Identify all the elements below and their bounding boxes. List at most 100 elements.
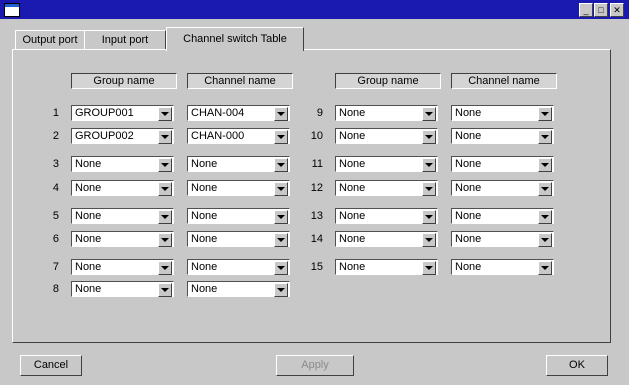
row-number: 5 (52, 210, 59, 222)
group-name-select[interactable]: None (335, 208, 438, 224)
chevron-down-icon[interactable] (274, 182, 288, 196)
chevron-down-icon[interactable] (538, 158, 552, 172)
chevron-down-icon[interactable] (538, 107, 552, 121)
group-name-select[interactable]: None (335, 180, 438, 196)
group-name-select[interactable]: None (335, 128, 438, 144)
channel-name-select[interactable]: None (187, 180, 290, 196)
chevron-down-icon[interactable] (538, 182, 552, 196)
channel-name-select[interactable]: None (187, 259, 290, 275)
channel-name-header-left: Channel name (187, 73, 293, 89)
chevron-down-icon[interactable] (538, 210, 552, 224)
chevron-down-icon[interactable] (422, 182, 436, 196)
chevron-down-icon[interactable] (158, 233, 172, 247)
group-name-select[interactable]: None (335, 259, 438, 275)
channel-name-select-value: None (455, 210, 482, 222)
chevron-down-icon[interactable] (274, 130, 288, 144)
group-name-select[interactable]: None (335, 231, 438, 247)
chevron-down-icon[interactable] (538, 130, 552, 144)
chevron-down-icon[interactable] (158, 261, 172, 275)
channel-name-select-value: None (191, 261, 218, 273)
cancel-button[interactable]: Cancel (20, 355, 82, 376)
group-name-select-value: None (75, 261, 102, 273)
chevron-down-icon[interactable] (422, 158, 436, 172)
channel-name-select[interactable]: None (187, 156, 290, 172)
channel-name-select[interactable]: CHAN-004 (187, 105, 290, 121)
group-name-select-value: None (75, 283, 102, 295)
ok-button[interactable]: OK (546, 355, 608, 376)
group-name-select[interactable]: None (71, 231, 174, 247)
channel-name-select[interactable]: None (451, 156, 554, 172)
channel-name-select[interactable]: None (451, 128, 554, 144)
row-number: 9 (316, 107, 323, 119)
group-name-select-value: None (339, 233, 366, 245)
row-number: 13 (310, 210, 323, 222)
chevron-down-icon[interactable] (158, 130, 172, 144)
chevron-down-icon[interactable] (274, 283, 288, 297)
group-name-select[interactable]: None (71, 208, 174, 224)
channel-name-select[interactable]: None (451, 180, 554, 196)
chevron-down-icon[interactable] (158, 210, 172, 224)
group-name-select-value: None (75, 158, 102, 170)
tab-input-port[interactable]: Input port (84, 30, 166, 50)
chevron-down-icon[interactable] (158, 107, 172, 121)
channel-name-select[interactable]: None (451, 231, 554, 247)
channel-switch-panel: Group name Channel name Group name Chann… (12, 49, 611, 343)
chevron-down-icon[interactable] (158, 182, 172, 196)
channel-name-select-value: None (455, 182, 482, 194)
group-name-select[interactable]: None (71, 180, 174, 196)
row-number: 3 (52, 158, 59, 170)
group-name-select[interactable]: None (335, 105, 438, 121)
chevron-down-icon[interactable] (422, 261, 436, 275)
channel-name-select-value: CHAN-004 (191, 107, 245, 119)
row-number: 2 (52, 130, 59, 142)
group-name-select-value: None (339, 130, 366, 142)
group-name-select[interactable]: None (71, 259, 174, 275)
group-name-select-value: None (75, 182, 102, 194)
group-name-select-value: None (339, 158, 366, 170)
group-name-header-left: Group name (71, 73, 177, 89)
tab-channel-switch-table[interactable]: Channel switch Table (166, 27, 304, 51)
row-number: 7 (52, 261, 59, 273)
window-app-icon[interactable] (4, 3, 20, 17)
group-name-select[interactable]: GROUP002 (71, 128, 174, 144)
channel-name-select[interactable]: None (187, 231, 290, 247)
channel-name-select[interactable]: None (451, 105, 554, 121)
group-name-select[interactable]: None (71, 281, 174, 297)
chevron-down-icon[interactable] (274, 210, 288, 224)
chevron-down-icon[interactable] (274, 261, 288, 275)
channel-name-select-value: None (191, 283, 218, 295)
chevron-down-icon[interactable] (274, 233, 288, 247)
channel-name-select[interactable]: CHAN-000 (187, 128, 290, 144)
apply-button[interactable]: Apply (276, 355, 354, 376)
chevron-down-icon[interactable] (538, 233, 552, 247)
group-name-select[interactable]: None (335, 156, 438, 172)
channel-name-select[interactable]: None (451, 208, 554, 224)
tab-output-port[interactable]: Output port (15, 30, 85, 50)
row-number: 8 (52, 283, 59, 295)
chevron-down-icon[interactable] (274, 107, 288, 121)
chevron-down-icon[interactable] (422, 233, 436, 247)
close-button[interactable]: ✕ (610, 3, 624, 17)
row-number: 15 (310, 261, 323, 273)
row-number: 4 (52, 182, 59, 194)
chevron-down-icon[interactable] (538, 261, 552, 275)
channel-name-select[interactable]: None (451, 259, 554, 275)
channel-name-select[interactable]: None (187, 208, 290, 224)
channel-name-select[interactable]: None (187, 281, 290, 297)
chevron-down-icon[interactable] (422, 107, 436, 121)
chevron-down-icon[interactable] (274, 158, 288, 172)
row-number: 11 (311, 158, 323, 170)
channel-name-header-right: Channel name (451, 73, 557, 89)
channel-name-select-value: None (191, 210, 218, 222)
chevron-down-icon[interactable] (158, 283, 172, 297)
channel-name-select-value: None (455, 233, 482, 245)
maximize-button[interactable]: □ (594, 3, 608, 17)
group-name-select[interactable]: GROUP001 (71, 105, 174, 121)
chevron-down-icon[interactable] (422, 210, 436, 224)
row-number: 10 (310, 130, 323, 142)
group-name-select-value: None (339, 261, 366, 273)
group-name-select[interactable]: None (71, 156, 174, 172)
chevron-down-icon[interactable] (422, 130, 436, 144)
chevron-down-icon[interactable] (158, 158, 172, 172)
minimize-button[interactable]: _ (579, 3, 593, 17)
